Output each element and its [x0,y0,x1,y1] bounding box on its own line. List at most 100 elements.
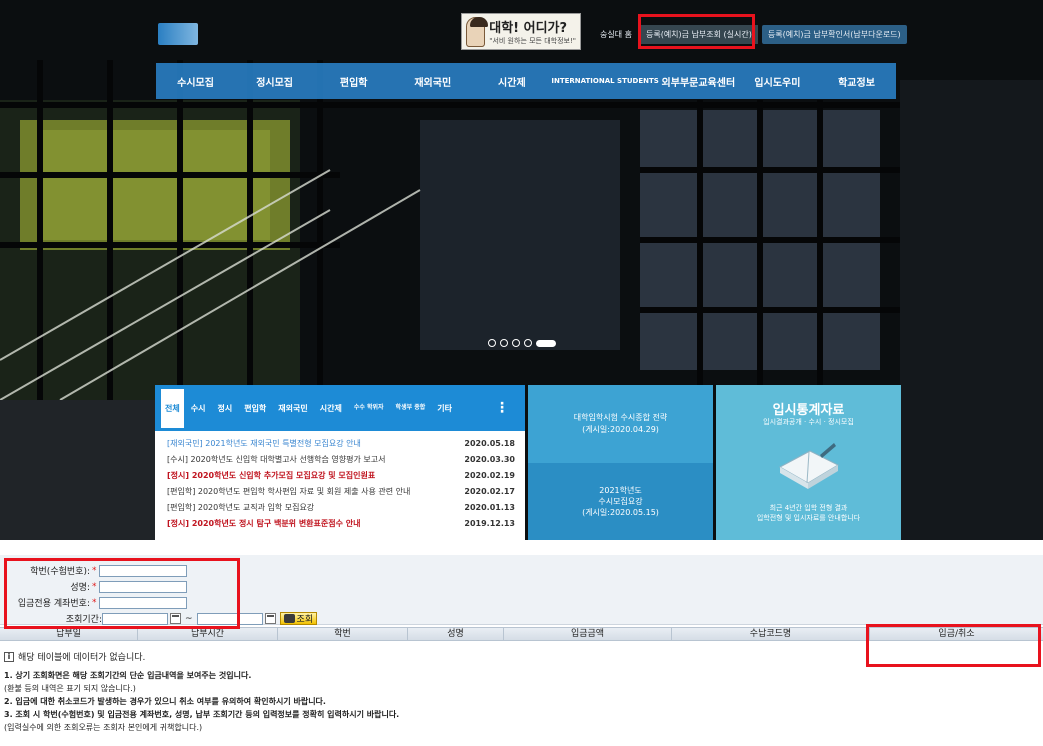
news-item[interactable]: [정시] 2020학년도 정시 탐구 백분위 변환표준점수 안내 2019.12… [167,515,515,531]
news-tab-early[interactable]: 수시 [186,403,211,414]
news-list: [재외국민] 2021학년도 재외국민 특별전형 모집요강 안내 2020.05… [155,431,525,531]
nav-part-time[interactable]: 시간제 [472,74,551,89]
news-item-title: [정시] 2020학년도 정시 탐구 백분위 변환표준점수 안내 [167,518,361,528]
nav-school-info[interactable]: 학교정보 [817,74,896,89]
account-input[interactable] [98,596,187,609]
notice-item: 3. 조회 시 학번(수험번호) 및 입금전용 계좌번호, 성명, 납부 조회기… [4,710,400,719]
col-payment-time[interactable]: 납부시간 [138,628,278,640]
university-logo[interactable] [158,22,198,46]
student-number-row: 학번(수험번호): * [6,564,187,577]
news-tab-all[interactable]: 전체 [161,388,184,428]
col-receipt-code[interactable]: 수납코드명 [672,628,870,640]
news-item-date: 2020.02.17 [464,486,515,496]
col-student-number[interactable]: 학번 [278,628,408,640]
slider-dot[interactable] [500,339,508,347]
news-item-title: [편입학] 2020학년도 교직과 입학 모집요강 [167,502,315,512]
promo-tile-strategy[interactable]: 대학입학시험 수시종합 전략 (게시일:2020.04.29) [528,385,713,463]
news-item[interactable]: [편입학] 2020학년도 편입학 학사편입 자료 및 회원 제출 사용 관련 … [167,483,515,499]
col-name[interactable]: 성명 [408,628,504,640]
col-payment-date[interactable]: 납부일 [0,628,138,640]
news-item-date: 2020.01.13 [464,502,515,512]
news-item[interactable]: [편입학] 2020학년도 교직과 입학 모집요강 2020.01.13 [167,499,515,515]
nav-admission-helper[interactable]: 입시도우미 [738,74,817,89]
col-deposit-amount[interactable]: 입금금액 [504,628,672,640]
news-item-date: 2020.03.30 [464,454,515,464]
nav-early-admission[interactable]: 수시모집 [156,74,235,89]
end-date-input[interactable] [196,612,263,625]
news-panel: 전체 수시 정시 편입학 재외국민 시간제 수수 학위자 학생부 종합 기타 ⋮… [155,385,525,540]
nav-regular-admission[interactable]: 정시모집 [235,74,314,89]
news-item-title: [정시] 2020학년도 신입학 추가모집 모집요강 및 모집인원표 [167,470,376,480]
statistics-subtitle: 입시결과공개 · 수시 · 정시모집 [763,418,854,426]
slider-dot[interactable] [512,339,520,347]
payment-inquiry-link[interactable]: 등록(예치)금 납부조회 (실시간) [639,25,758,44]
logo-mark-icon [158,23,198,45]
book-icon [778,443,840,489]
grid-empty-message: i 해당 테이블에 데이터가 없습니다. [4,650,145,663]
news-item[interactable]: [재외국민] 2021학년도 재외국민 특별전형 모집요강 안내 2020.05… [167,435,515,451]
result-grid-header: 납부일 납부시간 학번 성명 입금금액 수납코드명 입금/취소 [0,627,1043,641]
news-tabs: 전체 수시 정시 편입학 재외국민 시간제 수수 학위자 학생부 종합 기타 ⋮ [155,385,525,431]
payment-inquiry-section: 학번(수험번호): * 성명: * 입금전용 계좌번호: * 조회기간: ~ 조… [0,555,1043,745]
name-label: 성명: [70,583,90,593]
slider-pagination [488,339,556,347]
range-separator: ~ [185,613,193,624]
search-form: 학번(수험번호): * 성명: * 입금전용 계좌번호: * 조회기간: ~ 조… [0,555,1043,625]
required-mark: * [92,597,97,608]
news-item-title: [편입학] 2020학년도 편입학 학사편입 자료 및 회원 제출 사용 관련 … [167,486,411,496]
news-tab-transfer[interactable]: 편입학 [239,403,271,414]
payment-certificate-link[interactable]: 등록(예치)금 납부확인서(납부다운로드) [761,25,907,44]
period-label: 조회기간: [65,615,102,625]
student-number-label: 학번(수험번호): [30,567,90,577]
search-button-label: 조회 [296,615,314,625]
nav-overseas-korean[interactable]: 재외국민 [393,74,472,89]
news-tab-regular[interactable]: 정시 [212,403,237,414]
calendar-icon[interactable] [170,613,181,624]
account-row: 입금전용 계좌번호: * [6,596,187,609]
nav-transfer[interactable]: 편입학 [314,74,393,89]
promo-tile-guidebook[interactable]: 2021학년도 수시모집요강 (게시일:2020.05.15) [528,463,713,540]
character-face-icon [466,16,489,47]
news-tab-overseas[interactable]: 재외국민 [273,403,312,414]
notice-list: 1. 상기 조회화면은 해당 조회기간의 단순 입금내역을 보여주는 것입니다.… [4,669,399,734]
student-number-input[interactable] [98,564,187,577]
nav-education-center[interactable]: 외부부문교육센터 [659,74,738,89]
news-tab-etc[interactable]: 기타 [432,403,457,414]
news-item[interactable]: [수시] 2020학년도 신입학 대학별고사 선행학습 영향평가 보고서 202… [167,451,515,467]
notice-item: (입력실수에 의한 조회오류는 조회자 본인에게 귀책합니다.) [4,723,203,732]
statistics-title: 입시통계자료 [772,403,845,418]
account-label: 입금전용 계좌번호: [17,599,90,609]
search-button[interactable]: 조회 [279,612,318,625]
required-mark: * [92,565,97,576]
news-item[interactable]: [정시] 2020학년도 신입학 추가모집 모집요강 및 모집인원표 2020.… [167,467,515,483]
promo-tile-statistics[interactable]: 입시통계자료 입시결과공개 · 수시 · 정시모집 최근 4년간 입학 전형 결… [716,385,901,540]
slider-dot[interactable] [524,339,532,347]
col-deposit-cancel[interactable]: 입금/취소 [870,628,1043,640]
news-tab-comprehensive[interactable]: 학생부 종합 [391,404,431,412]
badge-title: 대학! 어디가? [489,21,568,36]
notice-item: (환불 등의 내역은 표기 되지 않습니다.) [4,684,136,693]
hero-banner: 대학! 어디가? "서비 원하는 모든 대학정보!" 숭실대 홈 등록(예치)금… [0,0,1043,540]
start-date-input[interactable] [102,612,168,625]
empty-message-text: 해당 테이블에 데이터가 없습니다. [18,653,146,663]
info-icon: i [4,651,14,662]
required-mark: * [92,581,97,592]
home-link[interactable]: 숭실대 홈 [596,27,636,42]
news-item-title: [수시] 2020학년도 신입학 대학별고사 선행학습 영향평가 보고서 [167,454,386,464]
main-navigation: 수시모집 정시모집 편입학 재외국민 시간제 INTERNATIONAL STU… [156,63,896,99]
name-input[interactable] [98,580,187,593]
notice-item: 2. 입금에 대한 취소코드가 발생하는 경우가 있으니 취소 여부를 유의하여… [4,697,326,706]
news-item-title: [재외국민] 2021학년도 재외국민 특별전형 모집요강 안내 [167,438,361,448]
more-vertical-icon[interactable]: ⋮ [495,400,519,416]
badge-subtitle: "서비 원하는 모든 대학정보!" [489,37,576,45]
statistics-description: 최근 4년간 입학 전형 결과 입학전형 및 입시자료를 안내합니다 [756,504,861,522]
news-item-date: 2019.12.13 [464,518,515,528]
slider-dot-active[interactable] [536,339,556,347]
nav-international-students[interactable]: INTERNATIONAL STUDENTS [551,77,658,86]
period-row: 조회기간: ~ 조회 [6,612,318,625]
calendar-icon[interactable] [264,613,276,624]
news-tab-part-time[interactable]: 시간제 [315,403,347,414]
slider-dot[interactable] [488,339,496,347]
university-where-badge[interactable]: 대학! 어디가? "서비 원하는 모든 대학정보!" [461,13,581,50]
news-tab-degree[interactable]: 수수 학위자 [349,404,389,412]
